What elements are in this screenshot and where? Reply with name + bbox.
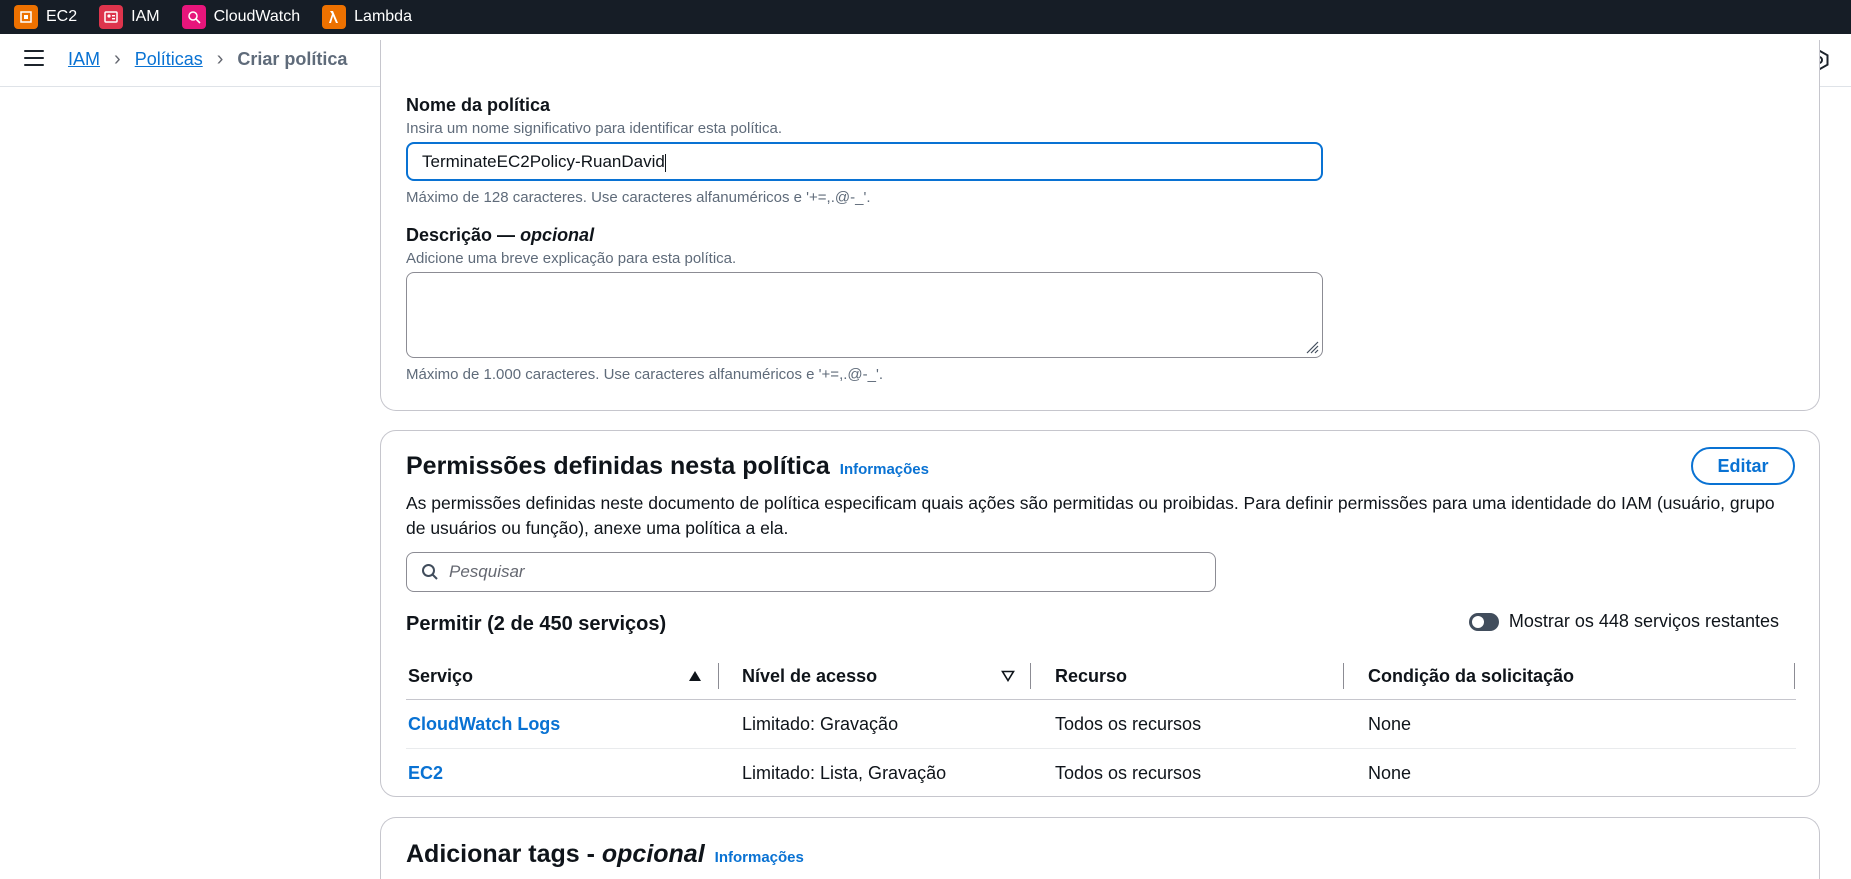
description-label: Descrição — opcional — [406, 225, 595, 245]
column-header-resource[interactable]: Recurso — [1055, 666, 1127, 687]
tags-title: Adicionar tags - opcional — [406, 840, 705, 868]
policy-name-description: Insira um nome significativo para identi… — [406, 120, 783, 137]
table-row: EC2 Limitado: Lista, Gravação Todos os r… — [406, 749, 1796, 797]
service-shortcut-cloudwatch[interactable]: CloudWatch — [181, 5, 300, 29]
toggle-label: Mostrar os 448 serviços restantes — [1508, 611, 1779, 631]
show-remaining-toggle[interactable] — [1468, 612, 1499, 631]
tags-info-link[interactable]: Informações — [715, 849, 804, 866]
policy-name-hint: Máximo de 128 caracteres. Use caracteres… — [406, 189, 871, 206]
breadcrumb-iam[interactable]: IAM — [68, 49, 100, 70]
policy-name-label: Nome da política — [406, 95, 551, 115]
menu-icon[interactable] — [24, 50, 44, 68]
description-textarea[interactable] — [406, 272, 1323, 358]
sort-ascending-icon[interactable] — [688, 670, 702, 682]
permissions-table: Serviço Nível de acesso Recurso Condição… — [406, 653, 1796, 797]
chevron-right-icon: › — [114, 48, 121, 70]
resource-cell: Todos os recursos — [1055, 763, 1202, 783]
breadcrumb: IAM › Políticas › Criar política — [68, 48, 347, 71]
permissions-info-link[interactable]: Informações — [840, 461, 929, 478]
policy-details-panel: Nome da política Insira um nome signific… — [380, 40, 1820, 411]
services-bar: EC2 IAM CloudWatch Lambda — [0, 0, 1851, 34]
service-link-cloudwatch-logs[interactable]: CloudWatch Logs — [408, 714, 560, 735]
resize-handle-icon[interactable] — [1305, 340, 1319, 354]
condition-cell: None — [1368, 763, 1412, 783]
permissions-title: Permissões definidas nesta política — [406, 452, 830, 480]
policy-name-input[interactable]: TerminateEC2Policy-RuanDavid — [406, 142, 1323, 181]
permissions-panel: Permissões definidas nesta política Info… — [380, 430, 1820, 797]
column-header-access-level[interactable]: Nível de acesso — [742, 666, 877, 687]
lambda-icon — [322, 5, 347, 29]
search-placeholder: Pesquisar — [449, 562, 525, 581]
service-link-ec2[interactable]: EC2 — [408, 763, 443, 784]
allow-heading: Permitir (2 de 450 serviços) — [406, 613, 667, 635]
iam-icon — [99, 5, 124, 29]
table-row: CloudWatch Logs Limitado: Gravação Todos… — [406, 700, 1796, 749]
chevron-right-icon: › — [216, 48, 224, 70]
edit-button[interactable]: Editar — [1691, 447, 1795, 485]
resource-cell: Todos os recursos — [1055, 714, 1202, 734]
service-shortcut-ec2[interactable]: EC2 — [14, 5, 77, 29]
ec2-icon — [14, 5, 38, 29]
policy-name-value: TerminateEC2Policy-RuanDavid — [422, 152, 665, 171]
breadcrumb-current: Criar política — [237, 49, 348, 69]
service-shortcut-lambda[interactable]: Lambda — [322, 5, 412, 29]
column-header-service[interactable]: Serviço — [408, 666, 473, 687]
permissions-description: As permissões definidas neste documento … — [406, 493, 1775, 538]
table-header: Serviço Nível de acesso Recurso Condição… — [406, 653, 1796, 700]
sort-descending-icon[interactable] — [1001, 670, 1015, 682]
access-level-cell: Limitado: Lista, Gravação — [742, 763, 947, 783]
access-level-cell: Limitado: Gravação — [742, 714, 899, 734]
search-icon — [422, 564, 438, 580]
service-shortcut-iam[interactable]: IAM — [99, 5, 160, 29]
breadcrumb-policies[interactable]: Políticas — [135, 49, 203, 70]
condition-cell: None — [1368, 714, 1412, 734]
column-header-condition[interactable]: Condição da solicitação — [1368, 666, 1574, 687]
cloudwatch-icon — [181, 5, 206, 29]
description-hint: Máximo de 1.000 caracteres. Use caracter… — [406, 366, 883, 383]
tags-panel: Adicionar tags - opcional Informações — [380, 817, 1820, 879]
search-input[interactable]: Pesquisar — [406, 552, 1216, 592]
description-help: Adicione uma breve explicação para esta … — [406, 250, 737, 267]
